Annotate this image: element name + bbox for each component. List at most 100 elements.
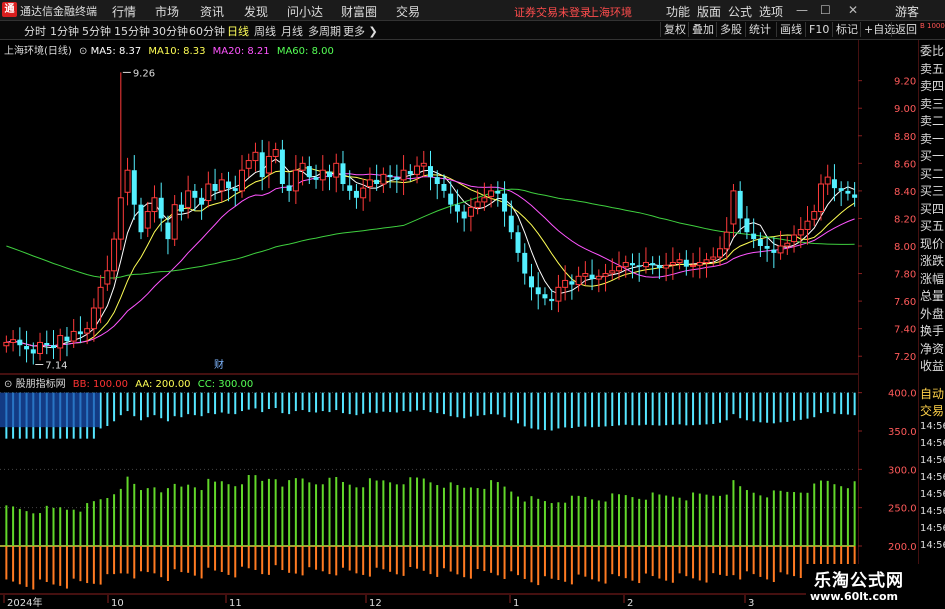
candle-body-down	[522, 252, 528, 274]
candle-body-down	[636, 265, 642, 267]
menu-trade[interactable]: 交易	[396, 3, 420, 20]
candle-body-up	[811, 211, 818, 220]
back-button[interactable]: 返回	[891, 22, 920, 37]
aa-label: AA: 200.00	[135, 379, 191, 390]
period-monthly[interactable]: 月线	[281, 23, 303, 39]
side-item[interactable]: 买一	[920, 147, 944, 164]
period-30min[interactable]: 30分钟	[152, 23, 188, 39]
menu-market-quotes[interactable]: 行情	[112, 3, 136, 20]
menu-function[interactable]: 功能	[666, 3, 690, 20]
menu-layout[interactable]: 版面	[697, 3, 721, 20]
date-label: 2	[627, 598, 633, 609]
side-item[interactable]: 涨跌	[920, 252, 944, 269]
period-1min[interactable]: 1分钟	[50, 23, 79, 39]
side-item[interactable]: 买四	[920, 200, 944, 217]
menu-market[interactable]: 市场	[155, 3, 179, 20]
stats-button[interactable]: 统计	[745, 22, 774, 37]
candle-body-down	[44, 342, 50, 346]
candle-body-down	[542, 294, 548, 299]
side-item[interactable]: 委比	[920, 42, 944, 59]
kline-chart[interactable]: 2024年 10 11 12 1 2 3 9.267.14 财	[0, 40, 858, 609]
draw-line-button[interactable]: 画线	[776, 22, 805, 37]
indicator-settings-icon[interactable]: ⊙	[4, 379, 12, 390]
mark-button[interactable]: 标记	[832, 22, 861, 37]
period-weekly[interactable]: 周线	[254, 23, 276, 39]
candle-body-up	[84, 328, 91, 334]
candle-body-down	[737, 190, 743, 219]
side-time: 14:56	[920, 523, 945, 534]
candle-body-down	[441, 184, 447, 191]
period-5min[interactable]: 5分钟	[82, 23, 111, 39]
indicator-blue-band	[0, 392, 100, 428]
guest-user-button[interactable]: 游客	[895, 3, 919, 20]
overlay-button[interactable]: 叠加	[688, 22, 717, 37]
adjust-button[interactable]: 复权	[660, 22, 689, 37]
candle-body-up	[676, 259, 683, 264]
side-item[interactable]: 净资	[920, 340, 944, 357]
watermark-title: 乐淘公式网	[814, 571, 904, 591]
period-more[interactable]: 更多 ❯	[343, 23, 378, 39]
side-item[interactable]: 涨幅	[920, 270, 944, 287]
side-lower-item[interactable]: 自动	[920, 385, 944, 402]
candle-body-up	[488, 190, 495, 197]
menu-ask-xiaoda[interactable]: 问小达	[287, 3, 323, 20]
period-tick[interactable]: 分时	[24, 23, 46, 39]
candle-body-up	[696, 262, 703, 266]
side-item[interactable]: 买二	[920, 165, 944, 182]
price-tick-label: 9.20	[894, 77, 916, 88]
indicator-tick-label: 350.0	[888, 427, 917, 438]
period-60min[interactable]: 60分钟	[189, 23, 225, 39]
side-item[interactable]: 总量	[920, 287, 944, 304]
candle-body-down	[192, 190, 198, 198]
side-item[interactable]: 买五	[920, 217, 944, 234]
candle-body-down	[764, 246, 770, 249]
candle-body-down	[448, 193, 454, 205]
candle-body-down	[279, 149, 285, 184]
side-item[interactable]: 换手	[920, 322, 944, 339]
candle-body-up	[70, 330, 77, 342]
candle-body-down	[845, 190, 851, 194]
candle-body-up	[104, 270, 111, 285]
side-item[interactable]: 卖四	[920, 77, 944, 94]
side-item[interactable]: 卖三	[920, 95, 944, 112]
price-tick-label: 8.20	[894, 214, 916, 225]
candle-body-up	[414, 165, 421, 175]
minimize-button[interactable]: —	[796, 3, 808, 17]
menu-formula[interactable]: 公式	[728, 3, 752, 20]
candle-body-up	[804, 220, 811, 230]
side-lower-item[interactable]: 交易	[920, 402, 944, 419]
candle-body-down	[495, 190, 501, 194]
candle-body-up	[238, 169, 245, 192]
menu-options[interactable]: 选项	[759, 3, 783, 20]
side-item[interactable]: 卖二	[920, 112, 944, 129]
side-item[interactable]: 买三	[920, 182, 944, 199]
period-15min[interactable]: 15分钟	[114, 23, 150, 39]
side-item[interactable]: 外盘	[920, 305, 944, 322]
event-marker: 财	[214, 358, 224, 371]
maximize-button[interactable]: ☐	[820, 3, 831, 17]
candle-body-down	[347, 185, 353, 191]
side-item[interactable]: 收益	[920, 357, 944, 374]
price-axis: 9.20 9.00 8.80 8.60 8.40 8.20 8.00 7.80 7.60 7.40…	[858, 40, 917, 609]
login-status[interactable]: 证券交易未登录	[514, 4, 591, 20]
ma-legend: 上海环境(日线) ⊙ MA5: 8.37 MA10: 8.33 MA20: 8.…	[4, 42, 334, 57]
period-daily[interactable]: 日线	[227, 23, 249, 39]
candle-body-down	[30, 349, 36, 354]
close-button[interactable]: ✕	[848, 3, 858, 17]
f10-button[interactable]: F10	[805, 22, 832, 37]
price-tick-label: 8.60	[894, 159, 916, 170]
menu-discover[interactable]: 发现	[244, 3, 268, 20]
ma10-label: MA10: 8.33	[148, 46, 206, 57]
indicator-tick-label: 400.0	[888, 389, 917, 400]
side-item[interactable]: 卖一	[920, 130, 944, 147]
period-multi[interactable]: 多周期	[308, 23, 341, 39]
menu-wealth-circle[interactable]: 财富圈	[341, 3, 377, 20]
menu-news[interactable]: 资讯	[200, 3, 224, 20]
side-item[interactable]: 现价	[920, 235, 944, 252]
settings-icon[interactable]: ⊙	[79, 46, 87, 57]
multi-stock-button[interactable]: 多股	[716, 22, 745, 37]
low-price-label: 7.14	[45, 360, 67, 371]
candle-body-down	[50, 345, 56, 348]
side-item[interactable]: 卖五	[920, 60, 944, 77]
candle-body-down	[434, 177, 440, 184]
